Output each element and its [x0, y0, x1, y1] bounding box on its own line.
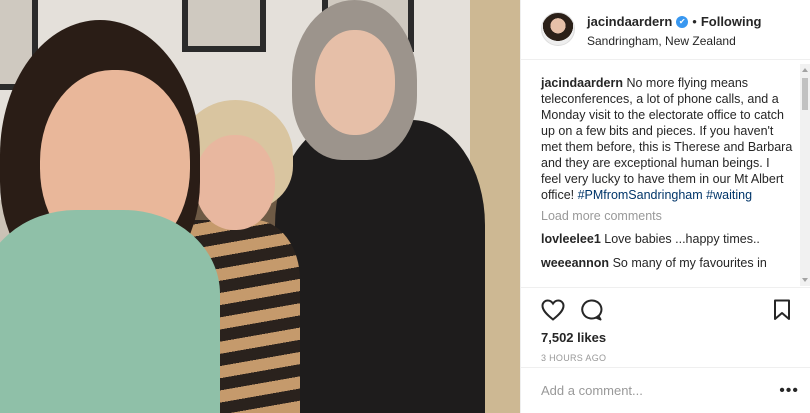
comment-icon[interactable]: [579, 299, 603, 321]
action-icons: [541, 298, 791, 322]
post-header: jacindaardern ✔ • Following Sandringham,…: [521, 0, 810, 60]
comment-username[interactable]: weeeannon: [541, 256, 609, 270]
post-actions: 7,502 likes 3 HOURS AGO: [521, 287, 810, 363]
location-link[interactable]: Sandringham, New Zealand: [587, 34, 761, 48]
comments-scrollbar[interactable]: [800, 64, 810, 286]
person-left-scarf: [0, 210, 220, 413]
person-right-face: [315, 30, 395, 135]
bookmark-icon[interactable]: [773, 299, 791, 321]
person-right-body: [275, 120, 485, 413]
scroll-up-icon[interactable]: [802, 68, 808, 72]
like-count[interactable]: 7,502 likes: [541, 330, 791, 345]
add-comment-bar: •••: [521, 367, 810, 413]
post-timestamp[interactable]: 3 HOURS AGO: [541, 353, 791, 363]
more-options-icon[interactable]: •••: [779, 382, 799, 400]
following-button[interactable]: Following: [701, 14, 762, 29]
comment-item: weeeannon So many of my favourites in: [541, 255, 793, 271]
separator-dot: •: [692, 14, 697, 29]
post-side-panel: jacindaardern ✔ • Following Sandringham,…: [520, 0, 810, 413]
caption-text: No more flying means teleconferences, a …: [541, 76, 793, 202]
caption-username[interactable]: jacindaardern: [541, 76, 623, 90]
comment-item: lovleelee1 Love babies ...happy times..: [541, 231, 793, 247]
load-more-comments-button[interactable]: Load more comments: [541, 209, 793, 223]
heart-icon[interactable]: [541, 299, 565, 321]
header-text: jacindaardern ✔ • Following Sandringham,…: [587, 14, 761, 48]
scrollbar-thumb[interactable]: [802, 78, 808, 110]
avatar[interactable]: [541, 12, 575, 46]
comment-text: Love babies ...happy times..: [604, 232, 760, 246]
comments-list: jacindaardern No more flying means telec…: [521, 61, 810, 287]
hashtag-link[interactable]: #waiting: [706, 188, 752, 202]
post-photo[interactable]: [0, 0, 520, 413]
hashtag-link[interactable]: #PMfromSandringham: [578, 188, 703, 202]
wall-frame: [182, 0, 266, 52]
caption: jacindaardern No more flying means telec…: [541, 75, 793, 203]
comment-username[interactable]: lovleelee1: [541, 232, 601, 246]
username-link[interactable]: jacindaardern: [587, 14, 672, 29]
person-middle-face: [195, 135, 275, 230]
scroll-down-icon[interactable]: [802, 278, 808, 282]
verified-icon: ✔: [676, 15, 689, 28]
add-comment-input[interactable]: [541, 383, 780, 398]
comment-text: So many of my favourites in: [612, 256, 767, 270]
